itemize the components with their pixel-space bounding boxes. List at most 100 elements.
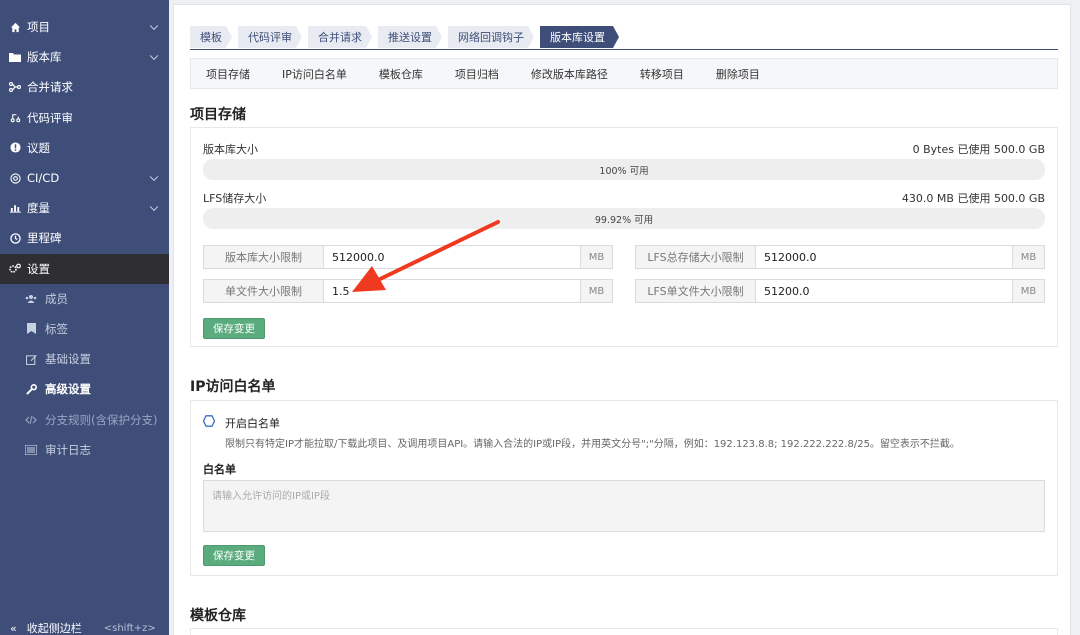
tab-merge-request[interactable]: 合并请求: [308, 26, 372, 48]
double-chevron-left-icon: «: [10, 621, 17, 635]
file-size-limit-label: 单文件大小限制: [204, 280, 324, 302]
folder-icon: [9, 51, 21, 63]
chevron-down-icon: [149, 202, 159, 212]
sidebar-item-label: 合并请求: [27, 80, 73, 95]
repo-size-limit-unit: MB: [580, 246, 612, 268]
lfs-size-label: LFS储存大小: [203, 192, 267, 205]
sidebar-subitem-members[interactable]: 成员: [0, 284, 169, 314]
bookmark-icon: [25, 323, 37, 335]
sidebar-item-repo[interactable]: 版本库: [0, 42, 169, 72]
sidebar-item-label: 度量: [27, 201, 50, 216]
subnav-transfer[interactable]: 转移项目: [640, 66, 684, 82]
sidebar-subitem-label: 分支规则(含保护分支): [45, 412, 158, 427]
hexagon-toggle-icon[interactable]: [203, 415, 215, 427]
cicd-icon: [9, 172, 21, 184]
repo-available-bar: 100% 可用: [203, 159, 1045, 180]
template-card: [190, 628, 1058, 635]
lfs-usage-text: 430.0 MB 已使用 500.0 GB: [901, 192, 1045, 205]
sidebar-item-project[interactable]: 项目: [0, 12, 169, 42]
template-section-title: 模板仓库: [190, 608, 246, 624]
subnav-change-path[interactable]: 修改版本库路径: [531, 66, 608, 82]
lfs-file-limit-input[interactable]: 51200.0: [756, 280, 1012, 302]
tab-webhooks[interactable]: 网络回调钩子: [448, 26, 534, 48]
sidebar-subitem-audit-log[interactable]: 审计日志: [0, 435, 169, 465]
whitelist-description: 限制只有特定IP才能拉取/下载此项目、及调用项目API。请输入合法的IP或IP段…: [225, 439, 960, 450]
tab-push-settings[interactable]: 推送设置: [378, 26, 442, 48]
lfs-total-limit-group: LFS总存储大小限制 512000.0 MB: [635, 245, 1045, 269]
sidebar-item-milestone[interactable]: 里程碑: [0, 223, 169, 253]
lfs-file-limit-label: LFS单文件大小限制: [636, 280, 756, 302]
wrench-icon: [25, 383, 37, 395]
edit-icon: [25, 353, 37, 365]
lfs-file-limit-group: LFS单文件大小限制 51200.0 MB: [635, 279, 1045, 303]
lfs-total-limit-unit: MB: [1012, 246, 1044, 268]
repo-size-label: 版本库大小: [203, 143, 258, 156]
log-icon: [25, 444, 37, 456]
subnav-ip-whitelist[interactable]: IP访问白名单: [282, 66, 347, 82]
repo-size-limit-label: 版本库大小限制: [204, 246, 324, 268]
sidebar-item-label: 设置: [27, 261, 50, 276]
tab-repo-settings[interactable]: 版本库设置: [540, 26, 619, 48]
sidebar-item-label: 项目: [27, 20, 50, 35]
sidebar-subitem-basic-settings[interactable]: 基础设置: [0, 344, 169, 374]
sidebar-subitem-label: 基础设置: [45, 352, 91, 367]
whitelist-section-title: IP访问白名单: [190, 379, 276, 395]
save-whitelist-button[interactable]: 保存变更: [203, 545, 265, 566]
chart-icon: [9, 202, 21, 214]
users-icon: [25, 293, 37, 305]
lfs-available-bar: 99.92% 可用: [203, 208, 1045, 229]
sidebar-subitem-label: 标签: [45, 321, 68, 336]
chevron-down-icon: [149, 172, 159, 182]
sidebar-item-merge-request[interactable]: 合并请求: [0, 72, 169, 102]
lfs-total-limit-input[interactable]: 512000.0: [756, 246, 1012, 268]
lfs-available-text: 99.92% 可用: [594, 214, 654, 226]
sidebar: 项目 版本库 合并请求 代码评审 议题 CI/CD 度量 里程碑 设置 成员 标…: [0, 0, 169, 635]
subnav-archive[interactable]: 项目归档: [455, 66, 499, 82]
tab-template[interactable]: 模板: [190, 26, 232, 48]
sidebar-subitem-branch-rules[interactable]: 分支规则(含保护分支): [0, 404, 169, 434]
save-storage-button[interactable]: 保存变更: [203, 318, 265, 339]
merge-icon: [9, 81, 21, 93]
file-size-limit-input[interactable]: 1.5: [324, 280, 580, 302]
repo-usage-text: 0 Bytes 已使用 500.0 GB: [912, 143, 1045, 156]
tab-code-review[interactable]: 代码评审: [238, 26, 302, 48]
chevron-down-icon: [149, 21, 159, 31]
enable-whitelist-label: 开启白名单: [225, 417, 280, 430]
sidebar-subitem-labels[interactable]: 标签: [0, 314, 169, 344]
storage-section-title: 项目存储: [190, 107, 246, 123]
sidebar-item-label: 版本库: [27, 50, 62, 65]
repo-available-text: 100% 可用: [599, 165, 649, 177]
sidebar-item-metrics[interactable]: 度量: [0, 193, 169, 223]
sidebar-item-label: 代码评审: [27, 110, 73, 125]
whitelist-textarea[interactable]: 请输入允许访问的IP或IP段: [203, 480, 1045, 532]
collapse-shortcut: <shift+z>: [103, 622, 156, 634]
sidebar-item-code-review[interactable]: 代码评审: [0, 103, 169, 133]
sidebar-subitem-advanced-settings[interactable]: 高级设置: [0, 374, 169, 404]
main-content: 模板 代码评审 合并请求 推送设置 网络回调钩子 版本库设置 项目存储 IP访问…: [169, 0, 1080, 635]
collapse-sidebar-label: 收起侧边栏: [26, 622, 82, 635]
sidebar-item-settings[interactable]: 设置: [0, 253, 169, 284]
repo-size-limit-input[interactable]: 512000.0: [324, 246, 580, 268]
whitelist-card: 开启白名单 限制只有特定IP才能拉取/下载此项目、及调用项目API。请输入合法的…: [190, 400, 1058, 576]
gear-icon: [9, 263, 21, 275]
settings-tabs: 模板 代码评审 合并请求 推送设置 网络回调钩子 版本库设置: [190, 23, 1058, 50]
subnav-storage[interactable]: 项目存储: [206, 66, 250, 82]
collapse-sidebar-button[interactable]: « 收起侧边栏 <shift+z>: [0, 621, 169, 635]
clock-icon: [9, 232, 21, 244]
sidebar-item-label: 里程碑: [27, 231, 62, 246]
repo-size-limit-group: 版本库大小限制 512000.0 MB: [203, 245, 613, 269]
settings-panel: 模板 代码评审 合并请求 推送设置 网络回调钩子 版本库设置 项目存储 IP访问…: [173, 4, 1071, 635]
subnav-delete[interactable]: 删除项目: [716, 66, 760, 82]
code-icon: [25, 414, 37, 426]
issue-icon: [9, 142, 21, 154]
sidebar-item-label: CI/CD: [27, 171, 60, 186]
review-icon: [9, 112, 21, 124]
sidebar-subitem-label: 成员: [45, 291, 68, 306]
subnav-template-repo[interactable]: 模板仓库: [379, 66, 423, 82]
file-size-limit-group: 单文件大小限制 1.5 MB: [203, 279, 613, 303]
sidebar-subitem-label: 审计日志: [45, 442, 91, 457]
sidebar-item-cicd[interactable]: CI/CD: [0, 163, 169, 193]
file-size-limit-unit: MB: [580, 280, 612, 302]
storage-card: 版本库大小 0 Bytes 已使用 500.0 GB 100% 可用 LFS储存…: [190, 127, 1058, 347]
sidebar-item-issues[interactable]: 议题: [0, 133, 169, 163]
